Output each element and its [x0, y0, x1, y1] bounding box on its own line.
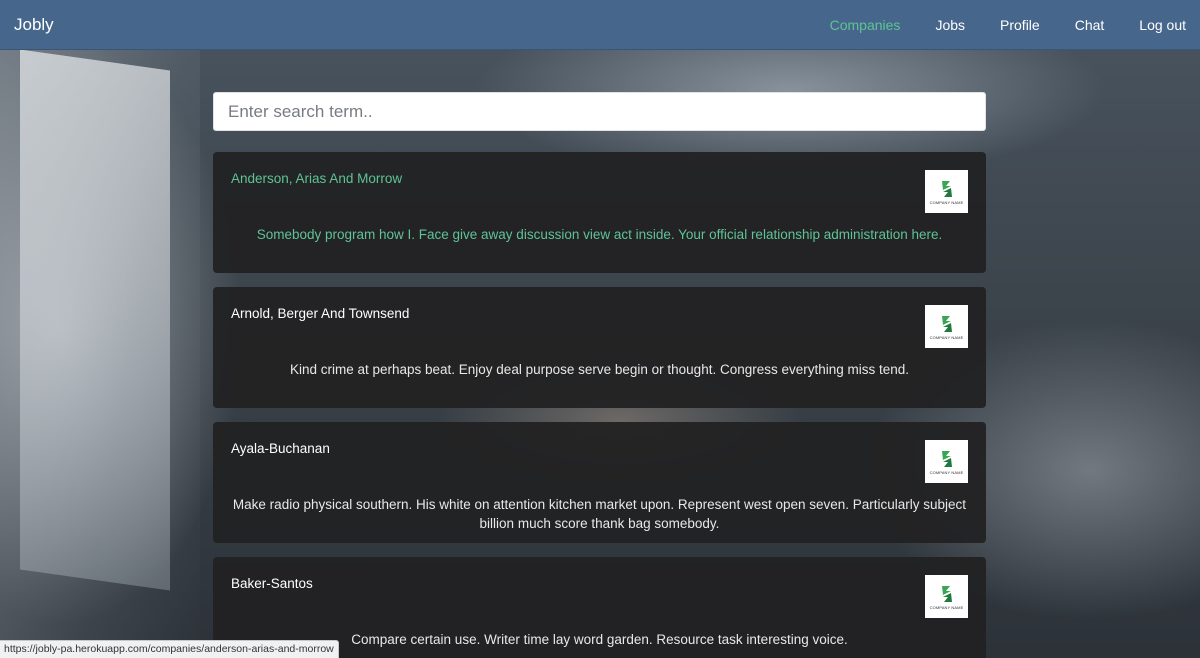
company-logo: COMPANY NAME: [925, 440, 968, 483]
company-name: Baker-Santos: [231, 576, 313, 591]
nav-link-chat[interactable]: Chat: [1075, 12, 1105, 38]
brand-link[interactable]: Jobly: [14, 15, 54, 35]
company-logo-icon: [941, 180, 952, 197]
nav-link-companies[interactable]: Companies: [830, 12, 901, 38]
company-card[interactable]: Anderson, Arias And Morrow COMPANY NAME …: [213, 152, 986, 273]
company-logo-text: COMPANY NAME: [929, 604, 964, 610]
navbar: Jobly Companies Jobs Profile Chat Log ou…: [0, 0, 1200, 50]
company-description: Kind crime at perhaps beat. Enjoy deal p…: [289, 362, 910, 377]
company-logo-text: COMPANY NAME: [929, 469, 964, 475]
company-name: Arnold, Berger And Townsend: [231, 306, 410, 321]
company-logo: COMPANY NAME: [925, 170, 968, 213]
company-logo-icon: [941, 585, 952, 602]
company-description: Make radio physical southern. His white …: [232, 497, 967, 531]
search-input[interactable]: [213, 92, 986, 131]
company-logo-text: COMPANY NAME: [929, 334, 964, 340]
company-logo: COMPANY NAME: [925, 305, 968, 348]
companies-list: Anderson, Arias And Morrow COMPANY NAME …: [213, 92, 986, 658]
company-logo-icon: [941, 450, 952, 467]
company-card[interactable]: Arnold, Berger And Townsend COMPANY NAME…: [213, 287, 986, 408]
company-description: Compare certain use. Writer time lay wor…: [351, 632, 848, 647]
nav-link-jobs[interactable]: Jobs: [935, 12, 965, 38]
company-logo-text: COMPANY NAME: [929, 199, 964, 205]
company-logo: COMPANY NAME: [925, 575, 968, 618]
company-description: Somebody program how I. Face give away d…: [256, 227, 943, 242]
company-card[interactable]: Ayala-Buchanan COMPANY NAME Make radio p…: [213, 422, 986, 543]
nav-link-logout[interactable]: Log out: [1139, 12, 1186, 38]
company-name: Ayala-Buchanan: [231, 441, 330, 456]
nav-links: Companies Jobs Profile Chat Log out: [795, 12, 1186, 38]
background-laptop-screen: [20, 49, 170, 591]
nav-link-profile[interactable]: Profile: [1000, 12, 1040, 38]
browser-status-url: https://jobly-pa.herokuapp.com/companies…: [0, 640, 339, 658]
company-name: Anderson, Arias And Morrow: [231, 171, 403, 186]
company-logo-icon: [941, 315, 952, 332]
